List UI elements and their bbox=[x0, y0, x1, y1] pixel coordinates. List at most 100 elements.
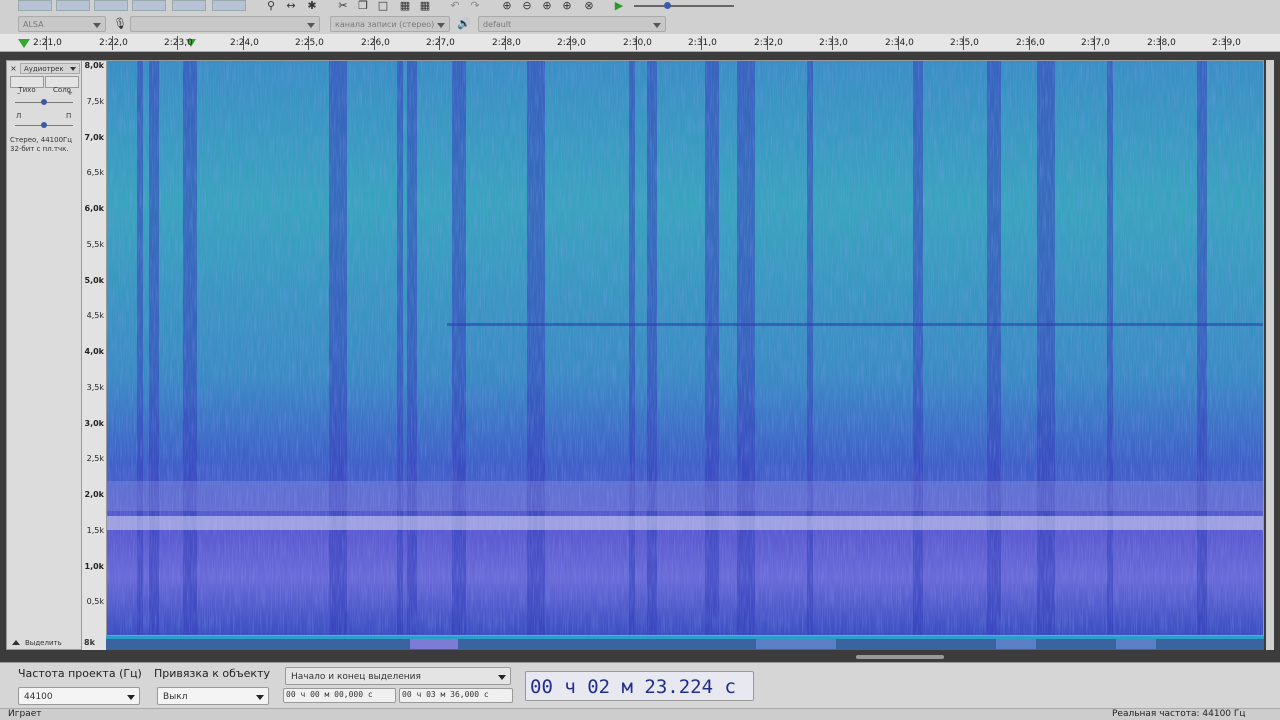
silence-icon[interactable]: ▦ bbox=[418, 0, 432, 11]
toolbar-button-5[interactable] bbox=[172, 0, 206, 11]
track-info-format: Стерео, 44100Гц bbox=[10, 136, 73, 144]
toolbar-button-6[interactable] bbox=[212, 0, 246, 11]
gain-minus-label: – bbox=[17, 89, 21, 97]
play-at-speed-icon[interactable]: ▶ bbox=[612, 0, 626, 11]
fit-selection-icon[interactable]: ⊕ bbox=[540, 0, 554, 11]
pan-slider-thumb[interactable] bbox=[41, 122, 47, 128]
frequency-label: 2,5k bbox=[86, 454, 104, 463]
toolbar-button-2[interactable] bbox=[56, 0, 90, 11]
zoom-toggle-icon[interactable]: ⊗ bbox=[582, 0, 596, 11]
waveform-overview[interactable] bbox=[106, 636, 1264, 650]
timeline-tick-label: 2:34,0 bbox=[885, 38, 914, 48]
overview-freq-label: 8k bbox=[84, 638, 95, 647]
snap-label: Привязка к объекту bbox=[154, 667, 270, 680]
spectrogram-dark-line bbox=[447, 323, 1263, 326]
playback-device-value: default bbox=[483, 20, 512, 29]
frequency-label: 7,0k bbox=[84, 133, 105, 142]
redo-icon[interactable]: ↷ bbox=[468, 0, 482, 11]
timeline-tick-label: 2:26,0 bbox=[361, 38, 390, 48]
frequency-label: 7,5k bbox=[86, 97, 104, 106]
frequency-label: 1,5k bbox=[86, 526, 104, 535]
timeline-tick-label: 2:37,0 bbox=[1081, 38, 1110, 48]
chevron-down-icon bbox=[256, 695, 264, 700]
chevron-down-icon bbox=[437, 23, 445, 28]
overview-activity bbox=[756, 639, 836, 649]
toolbar-button-4[interactable] bbox=[132, 0, 166, 11]
overview-activity bbox=[410, 639, 458, 649]
frequency-label: 4,5k bbox=[86, 311, 104, 320]
status-bar: Играет Реальная частота: 44100 Гц bbox=[0, 708, 1280, 720]
selection-toolbar: Частота проекта (Гц) 44100 Привязка к об… bbox=[0, 662, 1280, 708]
zoom-in-icon[interactable]: ⊕ bbox=[500, 0, 514, 11]
vertical-scrollbar[interactable] bbox=[1266, 60, 1274, 650]
audio-position-value: 00 ч 02 м 23.224 с bbox=[530, 676, 736, 698]
frequency-label: 6,5k bbox=[86, 168, 104, 177]
audio-host-select[interactable]: ALSA bbox=[18, 16, 106, 32]
timeline-tick-label: 2:28,0 bbox=[492, 38, 521, 48]
track-name-menu[interactable]: Аудиотрек bbox=[20, 63, 80, 74]
toolbar-button-3[interactable] bbox=[94, 0, 128, 11]
playback-device-select[interactable]: default bbox=[478, 16, 666, 32]
frequency-label: 5,0k bbox=[84, 276, 105, 285]
solo-button[interactable]: Соло bbox=[45, 76, 79, 94]
project-rate-value: 44100 bbox=[24, 692, 53, 702]
zoom-tool-icon[interactable]: ⚲ bbox=[264, 0, 278, 11]
track-label-8k: 8k bbox=[82, 636, 106, 650]
timeline-tick-label: 2:39,0 bbox=[1212, 38, 1241, 48]
timeline-tick-label: 2:21,0 bbox=[33, 38, 62, 48]
overview-activity bbox=[1116, 639, 1156, 649]
snap-select[interactable]: Выкл bbox=[157, 687, 269, 705]
zoom-out-icon[interactable]: ⊖ bbox=[520, 0, 534, 11]
spectrogram[interactable] bbox=[107, 61, 1263, 635]
selection-end-field[interactable]: 00 ч 03 м 36,000 с bbox=[399, 688, 513, 703]
frequency-label: 8,0k bbox=[84, 61, 105, 70]
chevron-down-icon bbox=[70, 67, 76, 71]
microphone-icon: 🎙 bbox=[113, 17, 127, 30]
timeline-tick-label: 2:29,0 bbox=[557, 38, 586, 48]
track-info-bits: 32-бит с пл.тчк. bbox=[10, 145, 69, 153]
playback-status: Играет bbox=[8, 709, 42, 719]
spectrogram-harmonic-band bbox=[107, 481, 1263, 511]
chevron-down-icon bbox=[307, 23, 315, 28]
multi-tool-icon[interactable]: ✱ bbox=[305, 0, 319, 11]
actual-rate-status: Реальная частота: 44100 Гц bbox=[1112, 709, 1246, 719]
select-track-button[interactable]: Выделить bbox=[25, 639, 62, 647]
frequency-label: 5,5k bbox=[86, 240, 104, 249]
toolbar-button-1[interactable] bbox=[18, 0, 52, 11]
recording-device-select[interactable] bbox=[130, 16, 320, 32]
horizontal-scrollbar-thumb[interactable] bbox=[856, 655, 944, 659]
recording-channels-select[interactable]: канала записи (стерео) bbox=[330, 16, 450, 32]
spectrogram-harmonic-band bbox=[107, 516, 1263, 530]
timeline-tick-label: 2:27,0 bbox=[426, 38, 455, 48]
gain-slider-thumb[interactable] bbox=[41, 99, 47, 105]
frequency-label: 2,0k bbox=[84, 490, 105, 499]
trim-icon[interactable]: ▦ bbox=[398, 0, 412, 11]
frequency-label: 4,0k bbox=[84, 347, 105, 356]
undo-icon[interactable]: ↶ bbox=[448, 0, 462, 11]
selection-start-field[interactable]: 00 ч 00 м 00,000 с bbox=[283, 688, 396, 703]
chevron-down-icon bbox=[93, 23, 101, 28]
cut-icon[interactable]: ✂ bbox=[336, 0, 350, 11]
project-rate-select[interactable]: 44100 bbox=[18, 687, 140, 705]
track-close-button[interactable]: × bbox=[9, 64, 18, 73]
timeline-tick-label: 2:30,0 bbox=[623, 38, 652, 48]
collapse-track-icon[interactable] bbox=[12, 640, 20, 645]
play-speed-slider-thumb[interactable] bbox=[664, 2, 671, 9]
selection-start-value: 00 ч 00 м 00,000 с bbox=[286, 690, 373, 699]
pan-right-label: П bbox=[66, 112, 72, 120]
copy-icon[interactable]: ❐ bbox=[356, 0, 370, 11]
selection-start-marker[interactable] bbox=[18, 39, 30, 48]
time-shift-icon[interactable]: ↔ bbox=[284, 0, 298, 11]
chevron-down-icon bbox=[498, 675, 506, 680]
audio-position-field[interactable]: 00 ч 02 м 23.224 с bbox=[525, 671, 754, 701]
audio-host-value: ALSA bbox=[23, 20, 44, 29]
fit-project-icon[interactable]: ⊕ bbox=[560, 0, 574, 11]
timeline-tick-label: 2:23,0 bbox=[164, 38, 193, 48]
frequency-label: 3,5k bbox=[86, 383, 104, 392]
play-speed-slider[interactable] bbox=[634, 5, 734, 7]
horizontal-scrollbar[interactable] bbox=[106, 654, 1264, 660]
mute-button[interactable]: Тихо bbox=[10, 76, 44, 94]
paste-icon[interactable]: □ bbox=[376, 0, 390, 11]
pan-left-label: Л bbox=[16, 112, 22, 120]
selection-mode-select[interactable]: Начало и конец выделения bbox=[285, 667, 511, 685]
